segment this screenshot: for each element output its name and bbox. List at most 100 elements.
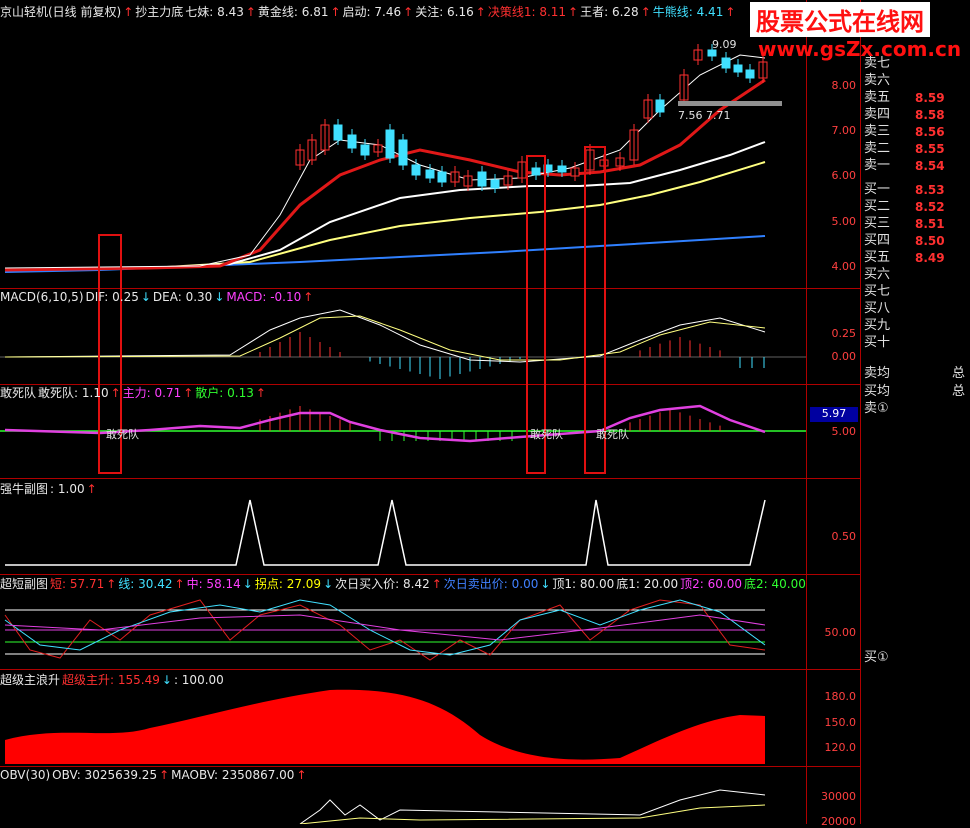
indicator-label: 底1: 20.00: [616, 577, 679, 591]
up-arrow-icon: ↑: [403, 5, 414, 19]
low-price-label: 7.71: [706, 109, 731, 122]
indicator-label: 顶1: 80.00: [552, 577, 615, 591]
indicator-label: MACD: -0.10: [226, 290, 302, 304]
price-level-bar: [678, 101, 782, 106]
up-arrow-icon: ↑: [86, 482, 97, 496]
orderbook-sell-label: 卖五: [864, 90, 891, 105]
up-arrow-icon: ↑: [106, 577, 117, 591]
orderbook-sell-one: 卖①: [864, 401, 889, 416]
indicator-label: 牛熊线: 4.41: [652, 5, 724, 19]
indicator-label: 关注: 6.16: [415, 5, 474, 19]
up-arrow-icon: ↑: [725, 5, 736, 19]
indicator-label: : 1.00: [50, 482, 85, 496]
down-arrow-icon: ↓: [323, 577, 334, 591]
wave-header: 超级主浪升 超级主升: 155.49 ↓: 100.00: [0, 673, 226, 687]
orderbook-sell-price: 8.55: [915, 142, 945, 156]
indicator-label: DIF: 0.25: [85, 290, 139, 304]
indicator-label: 黄金线: 6.81: [257, 5, 329, 19]
axis-tick-label: 0.25: [831, 327, 857, 340]
low-price-label: 7.56: [678, 109, 703, 122]
orderbook-buy-label: 买十: [864, 335, 891, 350]
indicator-label: OBV(30): [0, 768, 51, 782]
short-magenta-line: [4, 614, 766, 641]
orderbook-sell-price: 8.56: [915, 125, 945, 139]
orderbook-sell-label: 卖六: [864, 73, 891, 88]
indicator-label: 强牛副图: [0, 482, 49, 496]
up-arrow-icon: ↑: [431, 577, 442, 591]
down-arrow-icon: ↓: [214, 290, 225, 304]
orderbook-buy-label: 买一: [864, 182, 891, 197]
orderbook-sell-price: 8.59: [915, 91, 945, 105]
indicator-label: 启动: 7.46: [342, 5, 402, 19]
dare-label: 敢死队: [106, 428, 139, 441]
indicator-label: 底2: 40.00: [744, 577, 806, 591]
axis-tick-label: 150.0: [824, 716, 857, 729]
indicator-label: 散户: 0.13: [195, 386, 254, 400]
dare-value-badge: 5.97: [810, 407, 858, 422]
up-arrow-icon: ↑: [159, 768, 170, 782]
orderbook-total2: 总: [952, 384, 966, 399]
indicator-label: 七妹: 8.43: [185, 5, 244, 19]
indicator-label: 次日卖出价: 0.00: [443, 577, 539, 591]
indicator-label: MACD(6,10,5): [0, 290, 84, 304]
indicator-label: 超级主升: 155.49: [62, 673, 160, 687]
indicator-label: OBV: 3025639.25: [52, 768, 158, 782]
orderbook-sell-label: 卖二: [864, 141, 891, 156]
up-arrow-icon: ↑: [475, 5, 486, 19]
indicator-label: 敢死队: 1.10: [38, 386, 109, 400]
up-arrow-icon: ↑: [174, 577, 185, 591]
indicator-label: 超级主浪升: [0, 673, 61, 687]
orderbook-buy-price: 8.53: [915, 183, 945, 197]
up-arrow-icon: ↑: [123, 5, 134, 19]
orderbook-buy-price: 8.49: [915, 251, 945, 265]
axis-tick-label: 0.50: [831, 530, 857, 543]
obv-header: OBV(30) OBV: 3025639.25 ↑ MAOBV: 2350867.00…: [0, 768, 309, 782]
up-arrow-icon: ↑: [568, 5, 579, 19]
axis-tick-label: 4.00: [831, 260, 857, 273]
orderbook-sell-label: 卖三: [864, 124, 891, 139]
highlight-box: [584, 146, 606, 474]
axis-tick-label: 7.00: [831, 124, 857, 137]
macd-header: MACD(6,10,5) DIF: 0.25 ↓ DEA: 0.30 ↓ MACD: -0…: [0, 290, 315, 304]
indicator-label: 顶2: 60.00: [680, 577, 742, 591]
indicator-label: 京山轻机(日线 前复权): [0, 5, 122, 19]
orderbook-sell-label: 卖四: [864, 107, 891, 122]
axis-tick-label: 20000: [821, 815, 856, 828]
axis-tick-label: 5.00: [831, 425, 857, 438]
axis-tick-label: 5.00: [831, 215, 857, 228]
orderbook-sell-price: 8.58: [915, 108, 945, 122]
axis-tick-label: 50.00: [824, 626, 857, 639]
axis-tick-label: 30000: [821, 790, 856, 803]
orderbook-buy-label: 买六: [864, 267, 891, 282]
brand-name: 股票公式在线网: [750, 2, 930, 37]
orderbook-buy-label: 买三: [864, 216, 891, 231]
axis-tick-label: 6.00: [831, 169, 857, 182]
indicator-label: 拐点: 27.09: [254, 577, 322, 591]
orderbook-sell-label: 卖一: [864, 158, 891, 173]
indicator-label: 王者: 6.28: [580, 5, 639, 19]
indicator-label: DEA: 0.30: [152, 290, 213, 304]
watermark-brand: 股票公式在线网 www.gsZx.com.cn: [750, 2, 966, 64]
up-arrow-icon: ↑: [245, 5, 256, 19]
orderbook-buy-price: 8.51: [915, 217, 945, 231]
orderbook-buy-label: 买七: [864, 284, 891, 299]
macd-histogram: [259, 332, 765, 379]
orderbook-sell-price: 8.54: [915, 159, 945, 173]
indicator-label: 超短副图: [0, 577, 49, 591]
down-arrow-icon: ↓: [242, 577, 253, 591]
up-arrow-icon: ↑: [296, 768, 307, 782]
main-indicator-header: 京山轻机(日线 前复权) ↑ 抄主力底 七妹: 8.43 ↑ 黄金线: 6.81 ↑ 启动: …: [0, 5, 737, 19]
dare-label: 敢死队: [596, 428, 629, 441]
down-arrow-icon: ↓: [540, 577, 551, 591]
up-arrow-icon: ↑: [303, 290, 314, 304]
orderbook-buy-label: 买四: [864, 233, 891, 248]
super-short-header: 超短副图 短: 57.71 ↑ 线: 30.42 ↑ 中: 58.14 ↓ 拐点: 27.09…: [0, 577, 808, 591]
indicator-label: 中: 58.14: [186, 577, 241, 591]
indicator-label: 主力: 0.71: [122, 386, 182, 400]
orderbook-avg-sell: 卖均: [864, 366, 891, 381]
indicator-label: 短: 57.71: [50, 577, 105, 591]
down-arrow-icon: ↓: [140, 290, 151, 304]
orderbook-buy-price: 8.50: [915, 234, 945, 248]
indicator-label: 次日买入价: 8.42: [335, 577, 430, 591]
indicator-label: 决策线1: 8.11: [487, 5, 567, 19]
